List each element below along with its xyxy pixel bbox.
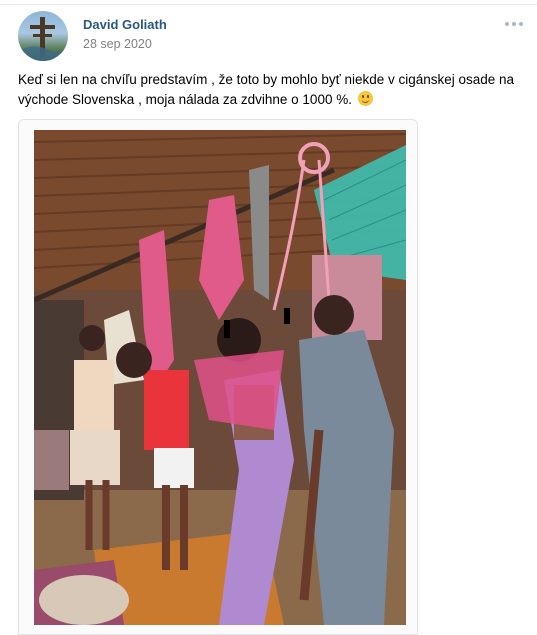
more-options-icon[interactable]	[505, 22, 523, 26]
author-avatar[interactable]	[18, 11, 68, 61]
cross-icon	[18, 17, 68, 61]
post-text: Keď si len na chvíľu predstavím , že tot…	[18, 70, 523, 110]
author-name[interactable]: David Goliath	[83, 17, 167, 32]
post-photo[interactable]	[34, 130, 406, 625]
top-divider	[0, 4, 537, 5]
post-text-content: Keď si len na chvíľu predstavím , že tot…	[18, 72, 515, 107]
smiling-face-emoji	[357, 91, 373, 106]
post-date[interactable]: 28 sep 2020	[83, 37, 152, 51]
